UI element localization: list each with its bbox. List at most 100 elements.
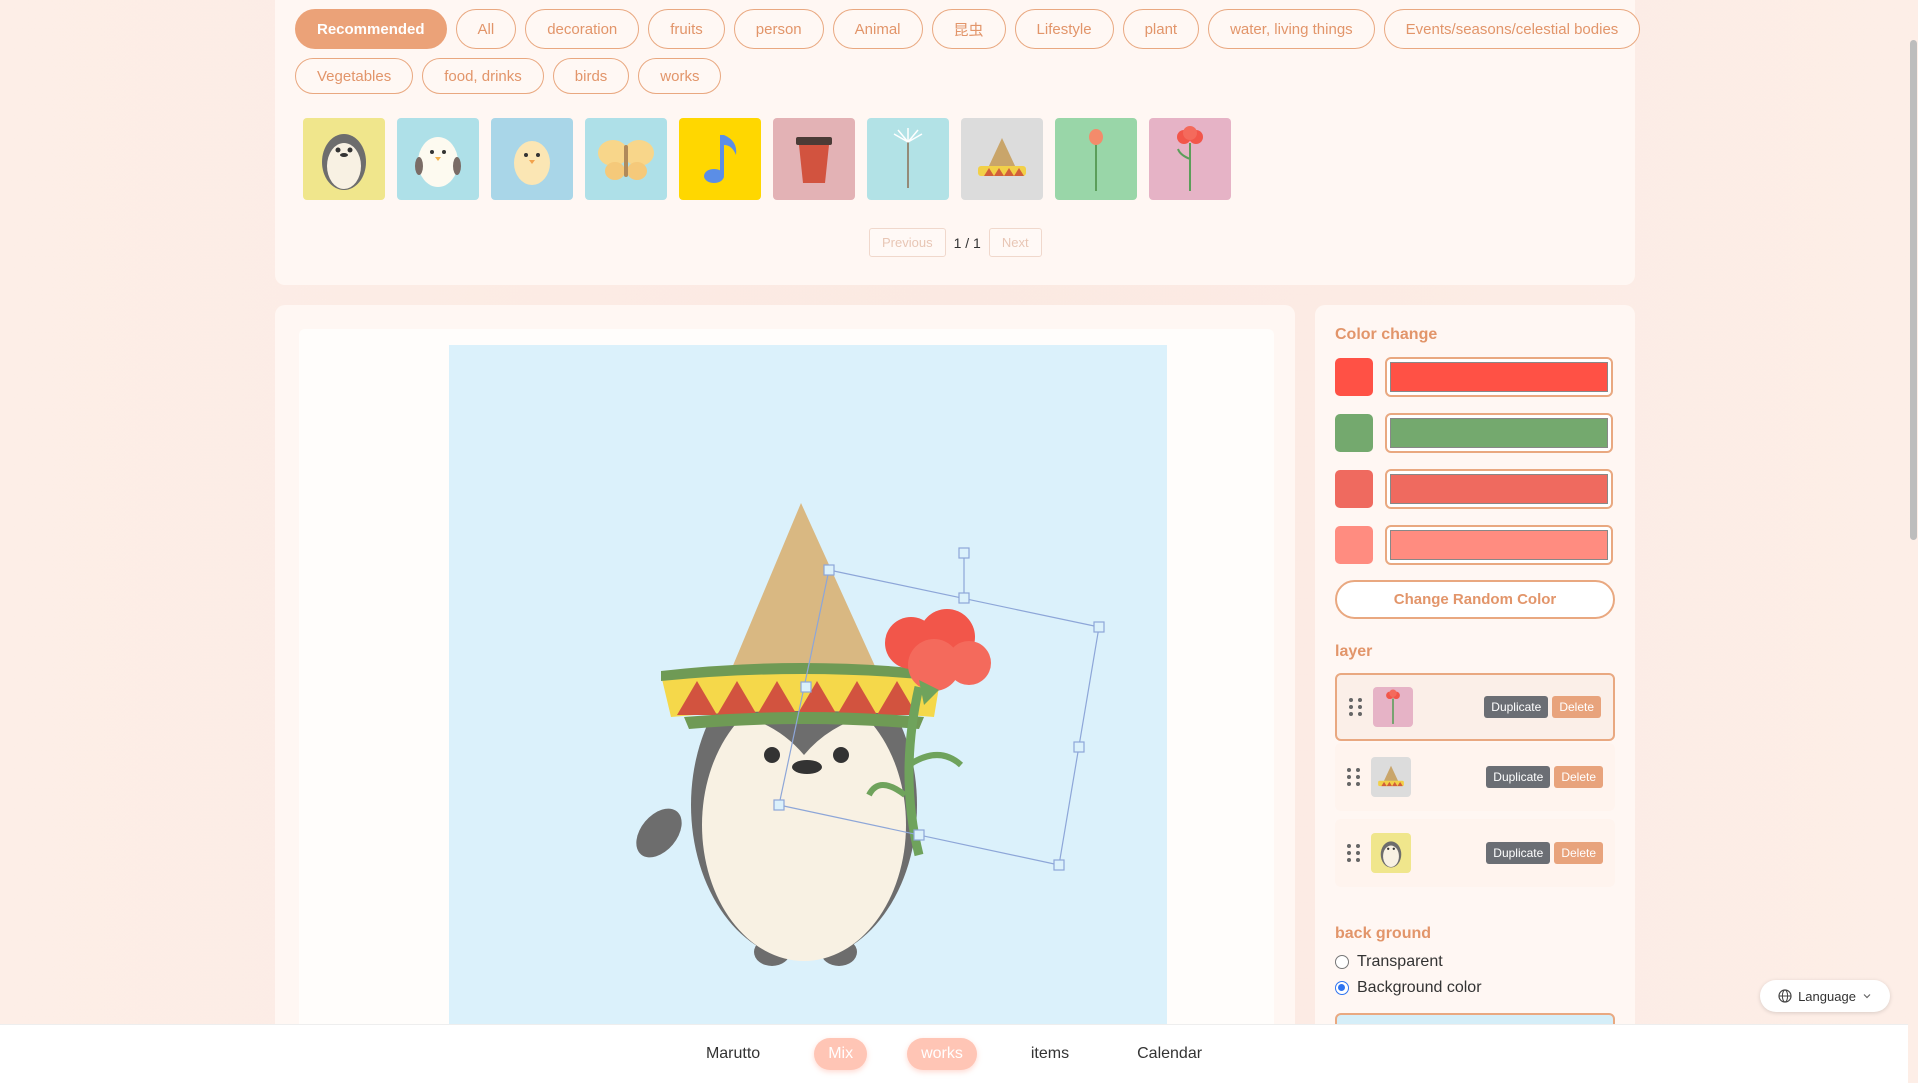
color-swatch-2[interactable]	[1335, 414, 1373, 452]
category-panel: Recommended All decoration fruits person…	[275, 0, 1641, 285]
chip-vegetables[interactable]: Vegetables	[295, 58, 414, 94]
canvas-frame	[299, 329, 1274, 1083]
thumb-penguin[interactable]	[303, 118, 385, 200]
butterfly-icon	[598, 140, 654, 180]
page-indicator: 1 / 1	[953, 234, 981, 251]
globe-icon	[1778, 989, 1792, 1003]
duplicate-button[interactable]: Duplicate	[1486, 842, 1551, 864]
language-label: Language	[1798, 988, 1856, 1004]
nav-items[interactable]: items	[1017, 1038, 1083, 1070]
color-input-1[interactable]	[1385, 357, 1613, 397]
previous-button[interactable]: Previous	[869, 228, 946, 257]
nav-mix[interactable]: Mix	[814, 1038, 868, 1070]
sombrero-icon	[1378, 765, 1404, 787]
thumb-cup[interactable]	[773, 118, 855, 200]
delete-button[interactable]: Delete	[1554, 766, 1603, 788]
artboard[interactable]	[449, 345, 1167, 1045]
thumb-carnation[interactable]	[1149, 118, 1231, 200]
background-title: back ground	[1335, 925, 1432, 942]
drag-handle-icon[interactable]	[1347, 844, 1361, 862]
chip-food-drinks[interactable]: food, drinks	[422, 58, 544, 94]
thumb-sombrero[interactable]	[961, 118, 1043, 200]
scrollbar-thumb[interactable]	[1910, 40, 1917, 540]
color-row-2	[1335, 413, 1613, 453]
chip-decoration[interactable]: decoration	[525, 9, 640, 49]
color-row-1	[1335, 357, 1613, 397]
composition-art	[636, 503, 1105, 966]
language-selector[interactable]: Language	[1760, 980, 1890, 1012]
canvas-panel	[275, 305, 1295, 1083]
color-input-3[interactable]	[1385, 469, 1613, 509]
bg-color-label: Background color	[1357, 979, 1482, 996]
chip-birds[interactable]: birds	[552, 58, 630, 94]
carnation-icon	[1177, 126, 1203, 191]
layer-item-sombrero[interactable]: Duplicate Delete	[1335, 743, 1615, 811]
thumb-dandelion[interactable]	[867, 118, 949, 200]
item-thumbnails	[303, 118, 1231, 200]
layer-thumb-carnation	[1373, 687, 1413, 727]
radio-transparent[interactable]	[1335, 955, 1349, 969]
pagination: Previous 1 / 1 Next	[869, 228, 1042, 257]
properties-panel: Color change Change Random Color layer D…	[1315, 305, 1635, 1083]
chip-plant[interactable]: plant	[1122, 9, 1200, 49]
chick-icon	[514, 141, 550, 185]
color-row-4	[1335, 525, 1613, 565]
bg-transparent-label: Transparent	[1357, 953, 1443, 970]
chip-events-seasons[interactable]: Events/seasons/celestial bodies	[1383, 9, 1641, 49]
color-swatch-4[interactable]	[1335, 526, 1373, 564]
chip-recommended[interactable]: Recommended	[295, 9, 447, 49]
duplicate-button[interactable]: Duplicate	[1484, 696, 1549, 718]
layer-thumb-sombrero	[1371, 757, 1411, 797]
nav-marutto[interactable]: Marutto	[692, 1038, 774, 1070]
drag-handle-icon[interactable]	[1349, 698, 1363, 716]
change-random-color-button[interactable]: Change Random Color	[1335, 580, 1615, 619]
thumb-bird[interactable]	[397, 118, 479, 200]
dandelion-icon	[893, 128, 923, 188]
color-input-2[interactable]	[1385, 413, 1613, 453]
category-row-1: Recommended All decoration fruits person…	[295, 9, 1641, 49]
chip-person[interactable]: person	[733, 9, 824, 49]
chip-fruits[interactable]: fruits	[648, 9, 725, 49]
next-button[interactable]: Next	[988, 228, 1042, 257]
sombrero-layer[interactable]	[661, 503, 941, 729]
color-change-title: Color change	[1335, 326, 1438, 343]
layer-thumb-penguin	[1371, 833, 1411, 873]
penguin-icon	[1380, 841, 1402, 868]
bg-color-option[interactable]: Background color	[1335, 979, 1482, 997]
layer-item-carnation[interactable]: Duplicate Delete	[1335, 673, 1615, 741]
chip-insect[interactable]: 昆虫	[931, 9, 1006, 49]
duplicate-button[interactable]: Duplicate	[1486, 766, 1551, 788]
penguin-icon	[322, 134, 366, 190]
tulip-icon	[1089, 129, 1103, 191]
thumb-chick[interactable]	[491, 118, 573, 200]
color-input-4[interactable]	[1385, 525, 1613, 565]
category-row-2: Vegetables food, drinks birds works	[295, 58, 722, 94]
delete-button[interactable]: Delete	[1552, 696, 1601, 718]
sombrero-icon	[978, 138, 1026, 176]
bottom-navigation: Marutto Mix works items Calendar	[0, 1024, 1908, 1083]
nav-calendar[interactable]: Calendar	[1123, 1038, 1216, 1070]
chip-lifestyle[interactable]: Lifestyle	[1014, 9, 1114, 49]
chip-works[interactable]: works	[638, 58, 722, 94]
page-scrollbar[interactable]	[1908, 0, 1918, 1083]
color-swatch-1[interactable]	[1335, 358, 1373, 396]
thumb-tulip[interactable]	[1055, 118, 1137, 200]
drag-handle-icon[interactable]	[1347, 768, 1361, 786]
thumb-music-note[interactable]	[679, 118, 761, 200]
color-swatch-3[interactable]	[1335, 470, 1373, 508]
layer-title: layer	[1335, 643, 1373, 660]
radio-background-color[interactable]	[1335, 981, 1349, 995]
cup-icon	[796, 137, 832, 183]
thumb-butterfly[interactable]	[585, 118, 667, 200]
delete-button[interactable]: Delete	[1554, 842, 1603, 864]
chevron-down-icon	[1863, 994, 1871, 999]
chip-all[interactable]: All	[455, 9, 517, 49]
chip-animal[interactable]: Animal	[832, 9, 923, 49]
bird-icon	[415, 137, 461, 187]
bg-transparent-option[interactable]: Transparent	[1335, 953, 1443, 971]
carnation-icon	[1386, 689, 1400, 724]
chip-water-living-things[interactable]: water, living things	[1208, 9, 1375, 49]
nav-works[interactable]: works	[907, 1038, 977, 1070]
color-row-3	[1335, 469, 1613, 509]
layer-item-penguin[interactable]: Duplicate Delete	[1335, 819, 1615, 887]
